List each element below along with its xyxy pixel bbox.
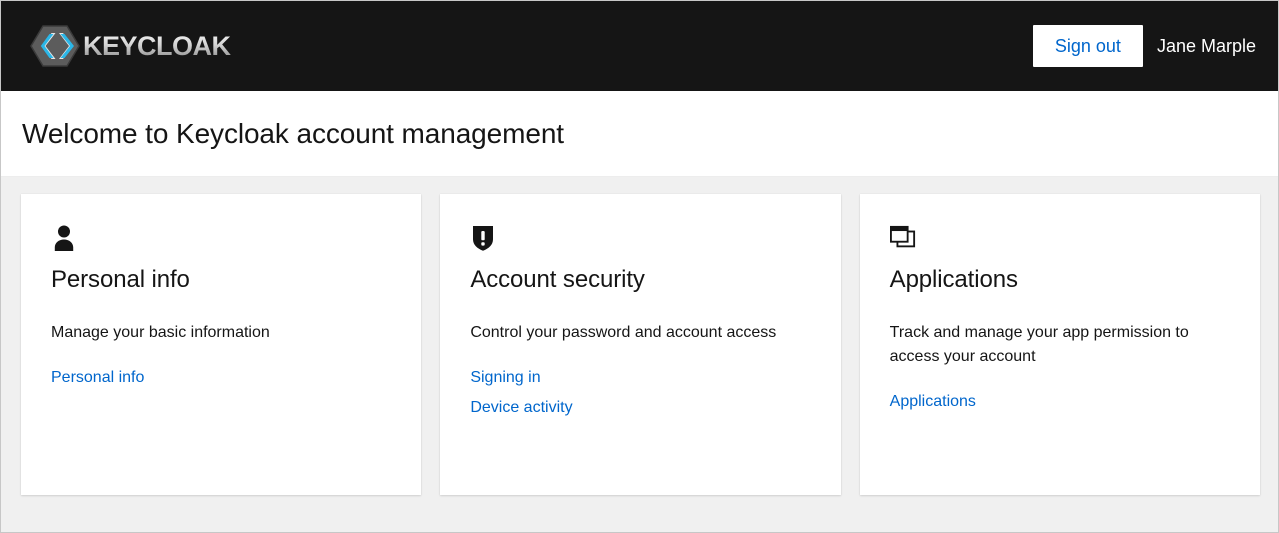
link-signing-in[interactable]: Signing in — [470, 366, 540, 390]
user-name-label[interactable]: Jane Marple — [1157, 36, 1258, 57]
card-description: Track and manage your app permission to … — [890, 321, 1210, 369]
user-icon — [51, 224, 77, 252]
applications-windows-icon — [890, 224, 916, 252]
welcome-band: Welcome to Keycloak account management — [1, 91, 1278, 177]
brand-wordmark: KEYCLOAK — [83, 33, 231, 60]
keycloak-hexagon-logo-icon — [29, 24, 85, 68]
account-console-page: KEYCLOAK Sign out Jane Marple Welcome to… — [0, 0, 1279, 533]
card-title: Account security — [470, 266, 810, 295]
link-personal-info[interactable]: Personal info — [51, 366, 144, 390]
card-account-security: Account security Control your password a… — [440, 194, 840, 495]
masthead: KEYCLOAK Sign out Jane Marple — [1, 1, 1278, 91]
shield-exclamation-icon — [470, 224, 496, 252]
link-device-activity[interactable]: Device activity — [470, 396, 572, 420]
main-content: Personal info Manage your basic informat… — [1, 178, 1278, 532]
sign-out-button[interactable]: Sign out — [1033, 25, 1143, 68]
card-description: Manage your basic information — [51, 321, 371, 345]
brand[interactable]: KEYCLOAK — [29, 24, 231, 68]
card-links: Signing in Device activity — [470, 366, 810, 420]
card-personal-info: Personal info Manage your basic informat… — [21, 194, 421, 495]
card-description: Control your password and account access — [470, 321, 790, 345]
card-title: Applications — [890, 266, 1230, 295]
masthead-actions: Sign out Jane Marple — [1033, 25, 1258, 68]
card-links: Personal info — [51, 366, 391, 390]
card-links: Applications — [890, 390, 1230, 414]
link-applications[interactable]: Applications — [890, 390, 976, 414]
page-title: Welcome to Keycloak account management — [22, 117, 564, 151]
card-grid: Personal info Manage your basic informat… — [21, 194, 1260, 495]
card-title: Personal info — [51, 266, 391, 295]
card-applications: Applications Track and manage your app p… — [860, 194, 1260, 495]
